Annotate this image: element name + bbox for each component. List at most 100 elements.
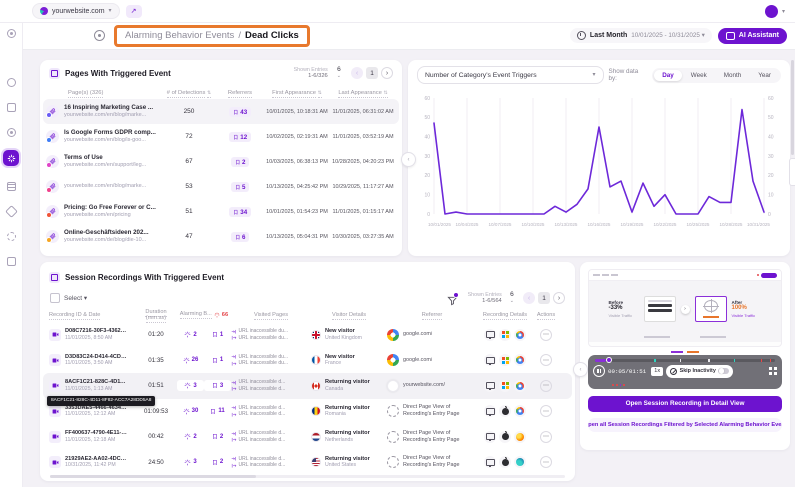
session-table-row[interactable]: 8ACF1C21-828C-4D11-8F... 11/01/2025, 1:1… (43, 373, 572, 399)
show-data-by-label: Show data by: (609, 68, 648, 82)
open-session-recording-button[interactable]: Open Session Recording in Detail View (588, 396, 782, 412)
pause-button[interactable] (593, 365, 605, 377)
event-triggers-line-chart[interactable]: 0010102020303040405050606010/01/202510/0… (416, 90, 782, 230)
dashboard-icon[interactable] (7, 78, 16, 87)
svg-text:20: 20 (424, 173, 430, 179)
insights-icon[interactable] (5, 205, 18, 218)
clock-icon (577, 31, 586, 40)
interval-day[interactable]: Day (654, 70, 682, 81)
detections-count: 250 (162, 108, 216, 115)
ai-assistant-button[interactable]: AI Assistant (718, 28, 787, 44)
interval-month[interactable]: Month (716, 70, 750, 81)
skip-inactivity-label: Skip Inactivity (680, 368, 716, 374)
visitor-type: Returning visitor (325, 456, 370, 463)
pages-prev-page-icon[interactable]: ‹ (351, 67, 363, 79)
page-scrollbar[interactable] (791, 60, 794, 155)
session-table-row[interactable]: D3D83C24-D414-4CD1-9... 11/01/2025, 3:50… (43, 348, 572, 374)
windows-os-icon (502, 357, 509, 364)
svg-text:10: 10 (424, 192, 430, 198)
pages-table-row[interactable]: Pricing: Go Free Forever or C... yourweb… (43, 199, 399, 224)
experiments-icon[interactable] (7, 257, 16, 266)
page-title: Terms of Use (64, 154, 146, 162)
panel-collapse-handle-icon[interactable]: ‹ (401, 152, 416, 167)
fullscreen-grid-icon[interactable] (769, 367, 777, 375)
referrers-badge[interactable]: 6 (231, 232, 250, 242)
metric-selector-dropdown[interactable]: Number of Category's Event Triggers ▾ (417, 66, 604, 84)
pages-current-page[interactable]: 1 (366, 67, 378, 79)
filter-funnel-icon[interactable] (447, 293, 458, 304)
skip-inactivity-toggle[interactable] (718, 368, 729, 375)
pages-page-size[interactable]: 6⌄ (337, 67, 341, 79)
session-table-row[interactable]: FF400637-4790-4E11-89... 11/01/2025, 12:… (43, 424, 572, 450)
avatar[interactable] (765, 5, 778, 18)
row-actions-button[interactable]: ⋯ (540, 354, 552, 366)
pages-table-row[interactable]: Is Google Forms GDPR comp... yourwebsite… (43, 124, 399, 149)
interval-year[interactable]: Year (750, 70, 779, 81)
select-all-checkbox[interactable] (50, 293, 60, 303)
player-timeline[interactable] (595, 359, 775, 362)
page-url: yourwebsite.com/de/blog/die-10... (64, 237, 149, 244)
session-table-row[interactable]: D08C7216-30F3-4362-B... 11/01/2025, 8:50… (43, 322, 572, 348)
alarm-click-icon (184, 459, 191, 466)
row-actions-button[interactable]: ⋯ (540, 329, 552, 341)
video-camera-icon (52, 382, 59, 389)
pages-table-row[interactable]: Terms of Use yourwebsite.com/en/support/… (43, 149, 399, 174)
recording-preview-frame[interactable]: Before -33% Visible Traffic › After 100%… (588, 269, 782, 347)
interval-week[interactable]: Week (683, 70, 715, 81)
sessions-current-page[interactable]: 1 (538, 292, 550, 304)
referrers-badge[interactable]: 5 (231, 182, 250, 192)
pages-table-row[interactable]: 16 Inspiring Marketing Case ... yourwebs… (43, 99, 399, 124)
visited-pages: URL inaccessible d... URL inaccessible d… (231, 430, 311, 444)
recording-duration: 24:50 (135, 459, 177, 466)
panel-collapse-handle-icon[interactable]: ‹ (573, 362, 588, 377)
row-actions-button[interactable]: ⋯ (540, 456, 552, 468)
desktop-icon (486, 408, 495, 415)
referrers-badge[interactable]: 2 (231, 157, 250, 167)
sessions-page-size[interactable]: 6⌄ (510, 292, 514, 304)
video-camera-icon (52, 433, 59, 440)
before-value: -33% (609, 305, 639, 313)
recording-id: 8ACF1C21-828C-4D11-8F... (65, 379, 127, 386)
recordings-icon[interactable] (7, 182, 16, 191)
recording-duration: 01:09:53 (135, 408, 177, 415)
sessions-prev-page-icon[interactable]: ‹ (523, 292, 535, 304)
referrers-badge[interactable]: 43 (229, 107, 251, 117)
flag-us-icon (311, 457, 321, 467)
row-actions-button[interactable]: ⋯ (540, 431, 552, 443)
avatar-chevron-icon[interactable]: ▾ (782, 8, 785, 15)
horizontal-scrollbar[interactable] (50, 475, 565, 478)
right-edge-tab[interactable] (789, 158, 795, 186)
flag-nl-icon (311, 432, 321, 442)
behavior-icon[interactable] (7, 128, 16, 137)
settings-gear-icon[interactable] (7, 232, 16, 241)
pages-table-row[interactable]: Online-Geschäftsideen 202... yourwebsite… (43, 224, 399, 249)
select-dropdown[interactable]: Select ▾ (64, 294, 87, 302)
breadcrumb-parent[interactable]: Alarming Behavior Events (125, 30, 234, 41)
referrer-cell: google.com/ (387, 354, 477, 366)
entry-page-icon (231, 380, 237, 386)
session-table-row[interactable]: 21929AE2-AA02-4DC9-9... 10/31/2025, 11:4… (43, 450, 572, 476)
open-all-recordings-link[interactable]: Open all Session Recordings Filtered by … (588, 418, 782, 432)
sidebar-item-alarming-events[interactable] (3, 150, 19, 166)
visitors-icon[interactable] (7, 103, 16, 112)
visited-pages: URL inaccessible d... URL inaccessible d… (231, 379, 311, 393)
speed-button[interactable]: 1x (651, 367, 663, 376)
collapse-sidebar-icon[interactable] (7, 29, 16, 38)
desktop-icon (486, 433, 495, 440)
site-selector[interactable]: yourwebsite.com ▾ (32, 3, 120, 19)
pages-table-row[interactable]: yourwebsite.com/en/blog/marke... 53 5 10… (43, 174, 399, 199)
focus-target-icon[interactable] (94, 30, 105, 41)
open-site-button[interactable]: ↗ (126, 5, 142, 18)
detections-count: 47 (162, 233, 216, 240)
referrers-badge[interactable]: 12 (229, 132, 251, 142)
row-actions-button[interactable]: ⋯ (540, 380, 552, 392)
sessions-next-page-icon[interactable]: › (553, 292, 565, 304)
row-actions-button[interactable]: ⋯ (540, 405, 552, 417)
date-range-picker[interactable]: Last Month 10/01/2025 - 10/31/2025 ▾ (570, 28, 712, 43)
visitor-country: Romania (325, 411, 370, 418)
entry-page-icon (231, 329, 237, 335)
referrers-badge[interactable]: 34 (229, 207, 251, 217)
playhead-knob[interactable] (606, 357, 612, 363)
preview-legend (588, 351, 782, 353)
pages-next-page-icon[interactable]: › (381, 67, 393, 79)
